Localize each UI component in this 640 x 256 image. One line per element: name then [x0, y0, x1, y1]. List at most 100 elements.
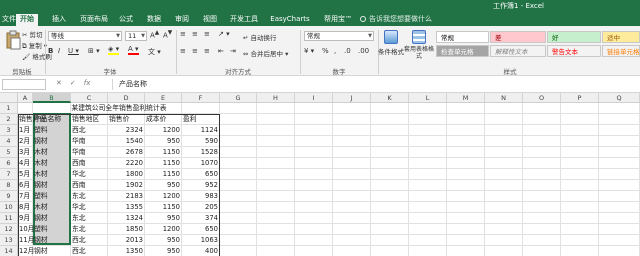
table-cell[interactable]: 木材 [33, 202, 71, 213]
font-name-combo[interactable]: 等线 ▼ [48, 31, 122, 41]
table-cell[interactable]: 205 [182, 202, 220, 213]
table-cell[interactable]: 1124 [182, 125, 220, 136]
tab-5[interactable]: 数据 [144, 14, 164, 26]
cell-style-1[interactable]: 差 [490, 31, 546, 43]
table-cell[interactable]: 1月 [18, 125, 33, 136]
table-cell[interactable]: 1355 [108, 202, 145, 213]
table-cell[interactable]: 1528 [182, 147, 220, 158]
table-cell[interactable]: 950 [145, 180, 182, 191]
column-header-O[interactable]: O [523, 93, 561, 103]
table-cell[interactable]: 西南 [71, 158, 108, 169]
tab-2[interactable]: 插入 [48, 14, 70, 26]
table-header-cell[interactable]: 产品名称 [33, 114, 71, 125]
table-header-cell[interactable]: 盈利 [182, 114, 220, 125]
column-header-C[interactable]: C [71, 93, 108, 103]
column-header-F[interactable]: F [182, 93, 220, 103]
row-header-11[interactable]: 11 [0, 213, 18, 224]
table-cell[interactable]: 西北 [71, 125, 108, 136]
comma-icon[interactable]: , [334, 47, 336, 55]
table-cell[interactable]: 塑料 [33, 191, 71, 202]
align-center-icon[interactable]: ≡ [192, 47, 198, 55]
row-header-6[interactable]: 6 [0, 158, 18, 169]
table-cell[interactable]: 1350 [108, 246, 145, 256]
column-header-E[interactable]: E [145, 93, 182, 103]
merge-center-button[interactable]: ⇔ 合并后居中 ▾ [243, 48, 288, 58]
table-cell[interactable]: 650 [182, 169, 220, 180]
table-cell[interactable]: 华南 [71, 136, 108, 147]
decrease-indent-icon[interactable]: ⇤ [218, 47, 224, 55]
table-cell[interactable]: 1902 [108, 180, 145, 191]
align-middle-icon[interactable]: ≡ [192, 30, 198, 38]
column-header-A[interactable]: A [18, 93, 33, 103]
name-box[interactable] [2, 79, 46, 90]
font-size-combo[interactable]: 11 ▼ [125, 31, 147, 41]
table-cell[interactable]: 钢材 [33, 213, 71, 224]
column-header-B[interactable]: B [33, 93, 71, 103]
table-cell[interactable]: 塑料 [33, 224, 71, 235]
bold-button[interactable]: B [48, 47, 53, 55]
row-header-2[interactable]: 2 [0, 114, 18, 125]
column-header-M[interactable]: M [447, 93, 485, 103]
fx-icon[interactable]: fx [84, 79, 91, 87]
table-cell[interactable]: 西北 [71, 246, 108, 256]
tab-9[interactable]: EasyCharts [268, 14, 312, 26]
table-cell[interactable]: 东北 [71, 224, 108, 235]
increase-decimal-icon[interactable]: .0 [344, 47, 351, 55]
table-cell[interactable]: 4月 [18, 158, 33, 169]
number-format-combo[interactable]: 常规 ▼ [304, 31, 374, 41]
table-cell[interactable]: 1070 [182, 158, 220, 169]
font-color-icon[interactable]: A ▾ [128, 45, 139, 55]
table-cell[interactable]: 1800 [108, 169, 145, 180]
tab-10[interactable]: 帮用宝™ [320, 14, 356, 26]
table-header-cell[interactable]: 成本价 [145, 114, 182, 125]
cell-style-2[interactable]: 好 [547, 31, 601, 43]
wrap-text-button[interactable]: ↵ 自动换行 [243, 32, 277, 42]
table-cell[interactable]: 400 [182, 246, 220, 256]
tab-1[interactable]: 开始 [16, 14, 38, 26]
tell-me-search[interactable]: 告诉我您想要做什么 [360, 14, 432, 24]
table-cell[interactable]: 1324 [108, 213, 145, 224]
cell-style-0[interactable]: 常规 [436, 31, 489, 43]
row-header-8[interactable]: 8 [0, 180, 18, 191]
italic-button[interactable]: I [58, 47, 60, 55]
cancel-icon[interactable]: ✕ [56, 79, 70, 87]
table-cell[interactable]: 1150 [145, 202, 182, 213]
table-format-icon[interactable] [412, 30, 426, 44]
increase-indent-icon[interactable]: ⇥ [230, 47, 236, 55]
row-header-5[interactable]: 5 [0, 147, 18, 158]
align-left-icon[interactable]: ≡ [180, 47, 186, 55]
table-header-cell[interactable]: 销售价 [108, 114, 145, 125]
cell-style-4[interactable]: 检查单元格 [436, 45, 489, 57]
table-cell[interactable]: 钢材 [33, 246, 71, 256]
row-header-9[interactable]: 9 [0, 191, 18, 202]
table-cell[interactable]: 983 [182, 191, 220, 202]
cell-style-3[interactable]: 适中 [602, 31, 640, 43]
select-all-corner[interactable] [0, 93, 18, 103]
table-title[interactable]: 某建筑公司全年销售盈利统计表 [18, 103, 220, 114]
table-cell[interactable]: 1150 [145, 158, 182, 169]
table-cell[interactable]: 华北 [71, 202, 108, 213]
orientation-icon[interactable]: ↗ ▾ [218, 30, 230, 38]
spreadsheet-grid[interactable]: A B C D E F G H I J K L M N O P Q 1 2 3 4 5 6 7 8 9 10 11 12 13 14 某建筑公… [0, 93, 640, 256]
row-header-13[interactable]: 13 [0, 235, 18, 246]
row-header-1[interactable]: 1 [0, 103, 18, 114]
table-cell[interactable]: 钢材 [33, 136, 71, 147]
table-cell[interactable]: 东北 [71, 213, 108, 224]
align-right-icon[interactable]: ≡ [204, 47, 210, 55]
table-cell[interactable]: 华北 [71, 169, 108, 180]
row-header-3[interactable]: 3 [0, 125, 18, 136]
table-cell[interactable]: 2324 [108, 125, 145, 136]
table-cell[interactable]: 塑料 [33, 125, 71, 136]
table-cell[interactable]: 12月 [18, 246, 34, 256]
cell-style-6[interactable]: 警告文本 [547, 45, 601, 57]
table-cell[interactable]: 950 [145, 136, 182, 147]
formula-input[interactable]: 产品名称 [112, 79, 638, 90]
table-cell[interactable]: 西南 [71, 180, 108, 191]
percent-icon[interactable]: % [322, 47, 329, 55]
table-cell[interactable]: 西北 [71, 235, 108, 246]
cell-style-7[interactable]: 链接单元格 [602, 45, 640, 57]
table-cell[interactable]: 950 [145, 246, 182, 256]
column-header-P[interactable]: P [561, 93, 599, 103]
column-header-N[interactable]: N [485, 93, 523, 103]
tab-6[interactable]: 审阅 [172, 14, 192, 26]
